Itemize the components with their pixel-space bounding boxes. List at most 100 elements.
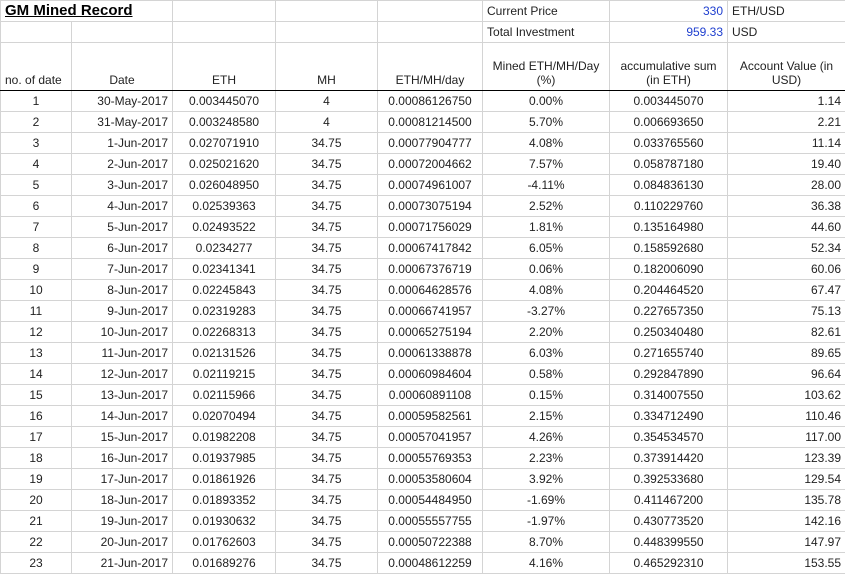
mh-cell[interactable]: 34.75 [275,195,379,217]
eth-per-mh-day-cell[interactable]: 0.00074961007 [377,174,484,196]
account-value-cell[interactable]: 96.64 [727,363,845,385]
accumulative-sum-cell[interactable]: 0.110229760 [609,195,729,217]
accumulative-sum-cell[interactable]: 0.182006090 [609,258,729,280]
mh-cell[interactable]: 34.75 [275,363,379,385]
date-cell[interactable]: 2-Jun-2017 [70,153,174,175]
eth-cell[interactable]: 0.01930632 [172,510,277,532]
total-investment-value[interactable]: 959.33 [609,21,729,43]
date-cell[interactable]: 8-Jun-2017 [70,279,174,301]
row-number-cell[interactable]: 19 [0,468,72,490]
mh-cell[interactable]: 34.75 [275,132,379,154]
account-value-cell[interactable]: 103.62 [727,384,845,406]
account-value-cell[interactable]: 44.60 [727,216,845,238]
mh-cell[interactable]: 34.75 [275,237,379,259]
accumulative-sum-cell[interactable]: 0.135164980 [609,216,729,238]
date-cell[interactable]: 10-Jun-2017 [70,321,174,343]
account-value-cell[interactable]: 11.14 [727,132,845,154]
accumulative-sum-cell[interactable]: 0.354534570 [609,426,729,448]
mh-cell[interactable]: 4 [275,111,379,133]
empty-cell[interactable] [0,21,72,43]
mined-percent-cell[interactable]: 0.15% [482,384,611,406]
eth-per-mh-day-cell[interactable]: 0.00064628576 [377,279,484,301]
mh-cell[interactable]: 4 [275,90,379,112]
mh-cell[interactable]: 34.75 [275,531,379,553]
date-cell[interactable]: 9-Jun-2017 [70,300,174,322]
eth-cell[interactable]: 0.003248580 [172,111,277,133]
date-cell[interactable]: 12-Jun-2017 [70,363,174,385]
account-value-cell[interactable]: 142.16 [727,510,845,532]
mined-percent-cell[interactable]: 4.26% [482,426,611,448]
mined-percent-cell[interactable]: -1.69% [482,489,611,511]
eth-cell[interactable]: 0.01982208 [172,426,277,448]
row-number-cell[interactable]: 4 [0,153,72,175]
mh-cell[interactable]: 34.75 [275,552,379,574]
eth-cell[interactable]: 0.01893352 [172,489,277,511]
account-value-cell[interactable]: 135.78 [727,489,845,511]
mined-percent-cell[interactable]: 1.81% [482,216,611,238]
eth-per-mh-day-cell[interactable]: 0.00055557755 [377,510,484,532]
account-value-cell[interactable]: 82.61 [727,321,845,343]
account-value-cell[interactable]: 117.00 [727,426,845,448]
accumulative-sum-cell[interactable]: 0.465292310 [609,552,729,574]
mh-cell[interactable]: 34.75 [275,321,379,343]
row-number-cell[interactable]: 12 [0,321,72,343]
row-number-cell[interactable]: 5 [0,174,72,196]
accumulative-sum-cell[interactable]: 0.271655740 [609,342,729,364]
eth-per-mh-day-cell[interactable]: 0.00060891108 [377,384,484,406]
eth-per-mh-day-cell[interactable]: 0.00077904777 [377,132,484,154]
eth-per-mh-day-cell[interactable]: 0.00072004662 [377,153,484,175]
column-header[interactable]: ETH/MH/day [377,42,484,91]
column-header[interactable]: ETH [172,42,277,91]
accumulative-sum-cell[interactable]: 0.227657350 [609,300,729,322]
eth-cell[interactable]: 0.02119215 [172,363,277,385]
eth-cell[interactable]: 0.02539363 [172,195,277,217]
accumulative-sum-cell[interactable]: 0.334712490 [609,405,729,427]
account-value-cell[interactable]: 67.47 [727,279,845,301]
eth-cell[interactable]: 0.02493522 [172,216,277,238]
column-header[interactable]: Date [70,42,174,91]
accumulative-sum-cell[interactable]: 0.430773520 [609,510,729,532]
eth-cell[interactable]: 0.02115966 [172,384,277,406]
sheet-title[interactable]: GM Mined Record [0,0,174,22]
mh-cell[interactable]: 34.75 [275,510,379,532]
row-number-cell[interactable]: 11 [0,300,72,322]
column-header[interactable]: accumulative sum (in ETH) [609,42,729,91]
date-cell[interactable]: 1-Jun-2017 [70,132,174,154]
mined-percent-cell[interactable]: 5.70% [482,111,611,133]
accumulative-sum-cell[interactable]: 0.003445070 [609,90,729,112]
eth-cell[interactable]: 0.01937985 [172,447,277,469]
row-number-cell[interactable]: 13 [0,342,72,364]
eth-per-mh-day-cell[interactable]: 0.00060984604 [377,363,484,385]
account-value-cell[interactable]: 123.39 [727,447,845,469]
date-cell[interactable]: 7-Jun-2017 [70,258,174,280]
empty-cell[interactable] [377,0,484,22]
empty-cell[interactable] [275,0,379,22]
row-number-cell[interactable]: 2 [0,111,72,133]
current-price-label[interactable]: Current Price [482,0,611,22]
mh-cell[interactable]: 34.75 [275,468,379,490]
mined-percent-cell[interactable]: -4.11% [482,174,611,196]
mined-percent-cell[interactable]: 7.57% [482,153,611,175]
mined-percent-cell[interactable]: 8.70% [482,531,611,553]
date-cell[interactable]: 14-Jun-2017 [70,405,174,427]
date-cell[interactable]: 21-Jun-2017 [70,552,174,574]
row-number-cell[interactable]: 10 [0,279,72,301]
accumulative-sum-cell[interactable]: 0.058787180 [609,153,729,175]
empty-cell[interactable] [275,21,379,43]
mined-percent-cell[interactable]: 2.15% [482,405,611,427]
mh-cell[interactable]: 34.75 [275,258,379,280]
accumulative-sum-cell[interactable]: 0.084836130 [609,174,729,196]
column-header[interactable]: Account Value (in USD) [727,42,845,91]
accumulative-sum-cell[interactable]: 0.158592680 [609,237,729,259]
date-cell[interactable]: 19-Jun-2017 [70,510,174,532]
eth-cell[interactable]: 0.01762603 [172,531,277,553]
mined-percent-cell[interactable]: 6.03% [482,342,611,364]
eth-per-mh-day-cell[interactable]: 0.00055769353 [377,447,484,469]
mh-cell[interactable]: 34.75 [275,426,379,448]
mined-percent-cell[interactable]: -1.97% [482,510,611,532]
eth-cell[interactable]: 0.01689276 [172,552,277,574]
account-value-cell[interactable]: 129.54 [727,468,845,490]
account-value-cell[interactable]: 28.00 [727,174,845,196]
empty-cell[interactable] [172,21,277,43]
eth-per-mh-day-cell[interactable]: 0.00071756029 [377,216,484,238]
